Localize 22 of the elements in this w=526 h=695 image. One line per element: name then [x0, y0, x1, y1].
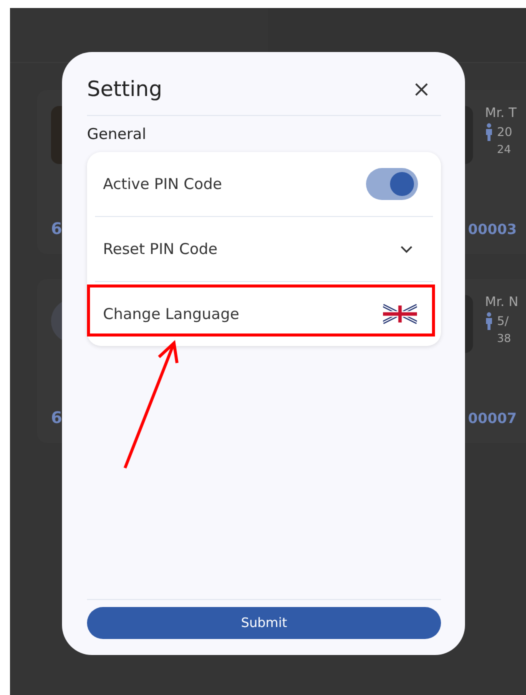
- patient-name: Mr. T: [485, 106, 517, 121]
- submit-button[interactable]: Submit: [87, 607, 441, 639]
- patient-id: 6: [51, 219, 64, 238]
- patient-name: Mr. N: [485, 295, 518, 310]
- setting-label[interactable]: Active PIN Code: [103, 175, 222, 193]
- patient-id: 6: [51, 408, 64, 427]
- patient-detail: 5/: [497, 314, 509, 328]
- patient-id: 00007: [468, 411, 518, 427]
- dialog-title: Setting: [87, 77, 162, 101]
- person-icon: [485, 312, 493, 330]
- patient-id: 00003: [468, 222, 518, 238]
- flag-icon[interactable]: [383, 304, 417, 324]
- patient-detail: 20: [497, 125, 512, 139]
- setting-label[interactable]: Reset PIN Code: [103, 240, 218, 258]
- close-icon[interactable]: [414, 82, 429, 96]
- toggle-switch[interactable]: [366, 168, 418, 200]
- patient-detail: 24: [496, 143, 512, 156]
- chevron-icon[interactable]: [400, 244, 413, 254]
- patient-detail: 38: [496, 332, 512, 345]
- person-icon: [485, 123, 493, 141]
- setting-label[interactable]: Change Language: [103, 305, 240, 323]
- section-heading: General: [87, 125, 148, 143]
